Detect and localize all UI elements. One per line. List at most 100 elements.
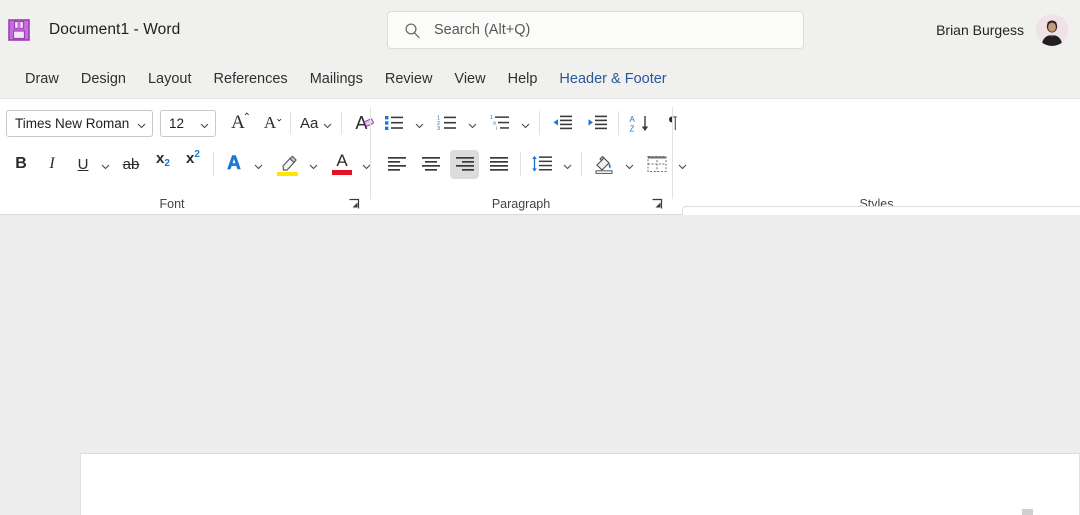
chevron-down-icon[interactable] — [414, 118, 425, 129]
page-number-field[interactable]: 1 — [1022, 509, 1033, 515]
font-row-2: B I U ab x 2 x — [8, 149, 372, 179]
underline-label: U — [78, 156, 89, 173]
tab-view[interactable]: View — [443, 68, 496, 90]
paragraph-row-1: 1 2 3 1 a — [380, 109, 686, 137]
document-title: Document1 - Word — [49, 21, 180, 39]
font-family-value: Times New Roman — [15, 116, 129, 131]
highlight-button[interactable] — [273, 149, 303, 179]
grow-font-button[interactable]: A ⌃ — [224, 109, 252, 137]
superscript-label: x — [186, 150, 194, 167]
font-color-label: A — [336, 151, 347, 171]
shrink-font-button[interactable]: A ⌃ — [256, 109, 284, 137]
header-title-text[interactable]: THIS IS THE TITLE OF MY PSYCHOLOGY CLASS… — [548, 510, 1033, 515]
document-page[interactable]: THIS IS THE TITLE OF MY PSYCHOLOGY CLASS… — [80, 453, 1080, 515]
ribbon: Times New Roman 12 A ⌃ A — [0, 98, 1080, 215]
superscript-index: 2 — [194, 149, 200, 160]
chevron-down-icon[interactable] — [520, 118, 531, 129]
ribbon-group-paragraph: 1 2 3 1 a — [371, 99, 671, 216]
divider — [290, 112, 291, 134]
subscript-index: 2 — [164, 158, 170, 169]
bold-button[interactable]: B — [8, 150, 34, 178]
align-center-icon[interactable] — [416, 150, 445, 179]
change-case-label: Aa — [300, 115, 318, 132]
paragraph-row-2 — [382, 149, 688, 179]
svg-text:i: i — [496, 126, 497, 132]
font-color-button[interactable]: A — [328, 149, 356, 179]
superscript-button[interactable]: x 2 — [179, 150, 207, 178]
underline-button[interactable]: U — [70, 150, 96, 178]
chevron-down-icon[interactable] — [562, 159, 573, 170]
ribbon-group-font: Times New Roman 12 A ⌃ A — [0, 99, 370, 216]
numbered-list-icon[interactable]: 1 2 3 — [433, 109, 461, 137]
font-row-1: Times New Roman 12 A ⌃ A — [6, 109, 375, 137]
sort-az-icon[interactable]: A Z — [626, 109, 654, 137]
borders-icon[interactable] — [643, 150, 671, 178]
chevron-down-icon — [136, 118, 147, 129]
font-dialog-launcher[interactable] — [348, 197, 360, 209]
avatar[interactable] — [1036, 14, 1068, 46]
tab-help[interactable]: Help — [497, 68, 549, 90]
chevron-down-icon[interactable] — [100, 159, 111, 170]
paragraph-dialog-launcher[interactable] — [651, 197, 663, 209]
highlight-color-swatch — [277, 172, 298, 176]
header-title-label: THIS IS THE TITLE OF MY PSYCHOLOGY CLASS — [548, 510, 1022, 515]
chevron-down-icon[interactable] — [624, 159, 635, 170]
subscript-button[interactable]: x 2 — [149, 150, 177, 178]
multilevel-list-icon[interactable]: 1 a i — [486, 109, 514, 137]
strikethrough-label: ab — [123, 156, 140, 173]
caret-down-icon: ⌃ — [275, 111, 283, 122]
divider — [581, 152, 582, 176]
save-floppy-icon[interactable] — [6, 17, 32, 43]
tab-references[interactable]: References — [203, 68, 299, 90]
paragraph-group-label: Paragraph — [371, 197, 671, 211]
search-placeholder: Search (Alt+Q) — [434, 22, 530, 38]
text-effects-label: A — [227, 153, 241, 175]
tab-draw[interactable]: Draw — [14, 68, 70, 90]
font-group-label: Font — [0, 197, 344, 211]
chevron-down-icon — [199, 118, 210, 129]
align-justify-icon[interactable] — [484, 150, 513, 179]
divider — [341, 112, 342, 134]
text-effects-button[interactable]: A — [220, 150, 248, 178]
font-color-swatch — [332, 170, 352, 175]
tab-design[interactable]: Design — [70, 68, 137, 90]
font-size-value: 12 — [169, 116, 184, 131]
document-workspace: THIS IS THE TITLE OF MY PSYCHOLOGY CLASS… — [0, 215, 1080, 515]
tab-layout[interactable]: Layout — [137, 68, 203, 90]
divider — [520, 152, 521, 176]
bullet-list-icon[interactable] — [380, 109, 408, 137]
svg-text:Z: Z — [630, 124, 635, 133]
tab-review[interactable]: Review — [374, 68, 444, 90]
bold-label: B — [15, 155, 27, 173]
ribbon-tab-bar: Draw Design Layout References Mailings R… — [0, 60, 1080, 98]
chevron-down-icon — [322, 118, 333, 129]
align-right-icon[interactable] — [450, 150, 479, 179]
increase-indent-icon[interactable] — [583, 109, 611, 137]
search-input[interactable]: Search (Alt+Q) — [387, 11, 804, 49]
decrease-indent-icon[interactable] — [548, 109, 576, 137]
chevron-down-icon[interactable] — [253, 159, 264, 170]
align-left-icon[interactable] — [382, 150, 411, 179]
title-bar: Document1 - Word Search (Alt+Q) Brian Bu… — [0, 0, 1080, 60]
caret-up-icon: ⌃ — [243, 112, 251, 123]
tab-header-and-footer[interactable]: Header & Footer — [548, 68, 677, 90]
divider — [539, 111, 540, 135]
strikethrough-button[interactable]: ab — [117, 150, 145, 178]
font-family-combo[interactable]: Times New Roman — [6, 110, 153, 137]
shading-icon[interactable] — [590, 149, 618, 179]
italic-button[interactable]: I — [39, 150, 65, 178]
italic-label: I — [49, 155, 54, 173]
chevron-down-icon[interactable] — [467, 118, 478, 129]
line-spacing-icon[interactable] — [528, 150, 556, 178]
change-case-button[interactable]: Aa — [297, 109, 336, 137]
account-name: Brian Burgess — [936, 22, 1024, 38]
svg-text:A: A — [630, 115, 636, 124]
svg-text:3: 3 — [437, 126, 440, 132]
word-application-window: Document1 - Word Search (Alt+Q) Brian Bu… — [0, 0, 1080, 515]
divider — [618, 111, 619, 135]
tab-mailings[interactable]: Mailings — [299, 68, 374, 90]
ribbon-group-styles: Styles — [673, 99, 1080, 216]
chevron-down-icon[interactable] — [308, 159, 319, 170]
font-size-combo[interactable]: 12 — [160, 110, 216, 137]
account-area[interactable]: Brian Burgess — [936, 0, 1068, 60]
